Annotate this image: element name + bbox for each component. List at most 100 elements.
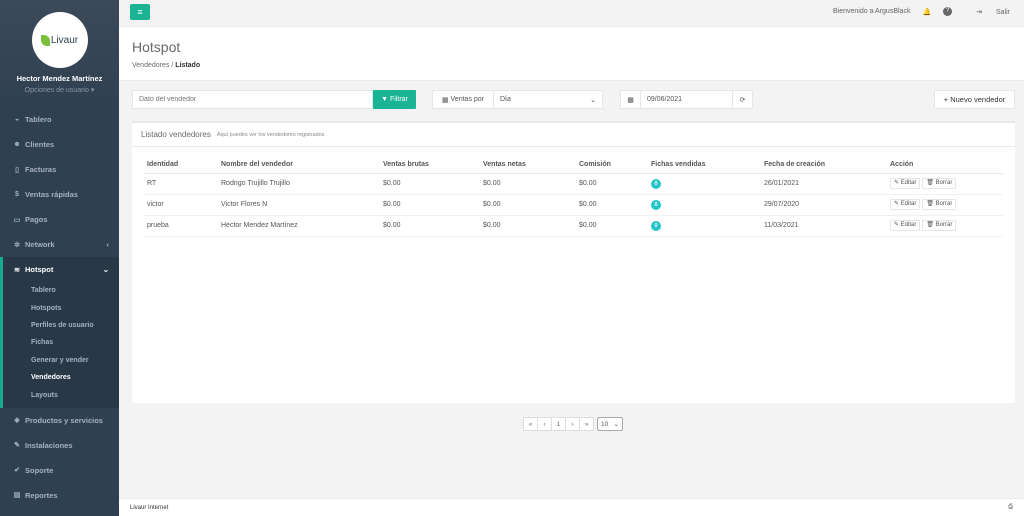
submenu-item-vendedores[interactable]: Vendedores bbox=[3, 369, 119, 386]
sellers-table: Identidad Nombre del vendedor Ventas bru… bbox=[143, 157, 1003, 237]
delete-label: Borrar bbox=[935, 201, 953, 207]
cell-date: 29/07/2020 bbox=[760, 194, 886, 216]
table-row: victor Victor Flores N $0.00 $0.00 $0.00… bbox=[143, 194, 1003, 216]
network-icon: ✲ bbox=[14, 241, 20, 249]
sidebar-item-reportes[interactable]: ▤ Reportes bbox=[0, 483, 119, 508]
cell-net: $0.00 bbox=[479, 173, 575, 195]
submenu-item-perfiles[interactable]: Perfiles de usuario bbox=[3, 317, 119, 334]
profile-options-label: Opciones de usuario bbox=[24, 87, 89, 94]
sidebar-item-label: Tablero bbox=[25, 115, 52, 124]
column-header[interactable]: Ventas brutas bbox=[379, 157, 479, 174]
dollar-icon: $ bbox=[15, 191, 19, 198]
edit-button[interactable]: ✎ Editar bbox=[890, 199, 921, 210]
filter-icon: ▼ bbox=[381, 96, 389, 103]
filter-button[interactable]: ▼ Filtrar bbox=[373, 90, 416, 109]
sidebar-item-network[interactable]: ✲ Network ‹ bbox=[0, 232, 119, 257]
ventas-por-select[interactable]: Día ⌄ bbox=[493, 90, 603, 109]
column-header[interactable]: Fichas vendidas bbox=[647, 157, 760, 174]
sidebar-item-instalaciones[interactable]: ✎ Instalaciones bbox=[0, 433, 119, 458]
cell-net: $0.00 bbox=[479, 194, 575, 216]
profile-options-dropdown[interactable]: Opciones de usuario ▾ bbox=[0, 86, 119, 94]
column-header: Acción bbox=[886, 157, 1003, 174]
sidebar-item-tablero[interactable]: ◒ Tablero bbox=[0, 107, 119, 132]
cell-gross: $0.00 bbox=[379, 215, 479, 237]
ventas-por-value: Día bbox=[500, 96, 511, 103]
submenu-item-layouts[interactable]: Layouts bbox=[3, 386, 119, 403]
cell-commission: $0.00 bbox=[575, 215, 647, 237]
sidebar-item-label: Soporte bbox=[25, 465, 54, 475]
hamburger-icon: ≡ bbox=[137, 7, 143, 17]
bell-icon[interactable]: 🔔 bbox=[922, 8, 931, 16]
sidebar-item-clientes[interactable]: ☻ Clientes bbox=[0, 132, 119, 157]
sidebar-item-label: Facturas bbox=[25, 165, 57, 174]
sidebar-nav-bottom: ◈ Productos y servicios ✎ Instalaciones ✔ S… bbox=[0, 408, 119, 508]
sidebar-item-label: Reportes bbox=[25, 490, 58, 500]
cell-fichas: 0 bbox=[647, 173, 760, 195]
logout-link[interactable]: ⇥ Salir bbox=[964, 8, 1010, 16]
prev-page-button[interactable]: ‹ bbox=[537, 417, 552, 431]
sidebar-item-productos[interactable]: ◈ Productos y servicios bbox=[0, 408, 119, 433]
caret-down-icon: ▾ bbox=[90, 87, 95, 94]
column-header[interactable]: Nombre del vendedor bbox=[217, 157, 379, 174]
tag-icon: ◈ bbox=[14, 417, 20, 425]
wifi-icon: ≋ bbox=[14, 266, 20, 274]
first-page-button[interactable]: « bbox=[523, 417, 538, 431]
plug-icon: ✎ bbox=[14, 442, 20, 450]
submenu-item-generar[interactable]: Generar y vender bbox=[3, 352, 119, 369]
sidebar-item-soporte[interactable]: ✔ Soporte bbox=[0, 458, 119, 483]
footer-text: Livaur Internet bbox=[130, 504, 169, 511]
next-page-button[interactable]: › bbox=[565, 417, 580, 431]
breadcrumb-parent[interactable]: Vendedores bbox=[132, 62, 169, 69]
cell-name: Hector Mendez Martínez bbox=[217, 215, 379, 237]
column-header[interactable]: Comisión bbox=[575, 157, 647, 174]
page-1-button[interactable]: 1 bbox=[551, 417, 566, 431]
trash-icon: 🗑 bbox=[926, 201, 934, 207]
select-caret-icon: ⌄ bbox=[590, 96, 596, 104]
sidebar-item-hotspot[interactable]: ≋ Hotspot ⌄ bbox=[0, 257, 119, 282]
edit-icon: ✎ bbox=[894, 222, 900, 228]
sidebar-item-facturas[interactable]: ▯ Facturas bbox=[0, 157, 119, 182]
submenu-item-fichas[interactable]: Fichas bbox=[3, 334, 119, 351]
cell-net: $0.00 bbox=[479, 215, 575, 237]
new-seller-button[interactable]: + Nuevo vendedor bbox=[934, 90, 1015, 109]
column-header[interactable]: Fecha de creación bbox=[760, 157, 886, 174]
card-subtitle: Aquí puedes ver los vendedores registrad… bbox=[216, 131, 325, 138]
footer: Livaur Internet ⎙ bbox=[119, 498, 1024, 516]
welcome-text: Bienvenido a ArgusBlack bbox=[833, 8, 911, 15]
money-icon: ▭ bbox=[13, 216, 21, 224]
page-size-select[interactable]: 10 ⌄ bbox=[597, 417, 623, 431]
column-header[interactable]: Ventas netas bbox=[479, 157, 575, 174]
seller-search-input[interactable] bbox=[132, 90, 373, 109]
edit-icon: ✎ bbox=[894, 180, 900, 186]
page-heading: Hotspot Vendedores / Listado bbox=[119, 27, 1024, 81]
edit-button[interactable]: ✎ Editar bbox=[890, 220, 921, 231]
sidebar-item-label: Clientes bbox=[25, 140, 55, 149]
avatar[interactable]: Livaur bbox=[31, 12, 88, 68]
delete-button[interactable]: 🗑 Borrar bbox=[922, 220, 957, 231]
column-header[interactable]: Identidad bbox=[143, 157, 217, 174]
sidebar-item-ventas-rapidas[interactable]: $ Ventas rápidas bbox=[0, 182, 119, 207]
submenu-item-tablero[interactable]: Tablero bbox=[3, 282, 119, 299]
cell-name: Victor Flores N bbox=[217, 194, 379, 216]
cell-date: 11/03/2021 bbox=[760, 215, 886, 237]
wrench-icon: ✔ bbox=[14, 467, 20, 475]
hotspot-submenu: Tablero Hotspots Perfiles de usuario Fic… bbox=[0, 282, 119, 408]
last-page-button[interactable]: » bbox=[579, 417, 594, 431]
help-icon[interactable]: ? bbox=[943, 7, 953, 16]
printer-icon[interactable]: ⎙ bbox=[1008, 504, 1013, 511]
edit-label: Editar bbox=[900, 201, 917, 207]
delete-button[interactable]: 🗑 Borrar bbox=[922, 199, 957, 210]
fichas-badge: 0 bbox=[651, 178, 661, 189]
sidebar-item-label: Network bbox=[25, 240, 55, 249]
sidebar-item-pagos[interactable]: ▭ Pagos bbox=[0, 207, 119, 232]
sidebar-item-label: Hotspot bbox=[25, 265, 54, 274]
edit-button[interactable]: ✎ Editar bbox=[890, 178, 921, 189]
refresh-button[interactable]: ⟳ bbox=[732, 90, 753, 109]
date-input[interactable]: 09/06/2021 bbox=[640, 90, 733, 109]
page-title: Hotspot bbox=[132, 39, 181, 55]
menu-toggle-button[interactable]: ≡ bbox=[130, 4, 150, 20]
date-value: 09/06/2021 bbox=[647, 96, 683, 103]
breadcrumb: Vendedores / Listado bbox=[132, 62, 1011, 69]
submenu-item-hotspots[interactable]: Hotspots bbox=[3, 299, 119, 316]
delete-button[interactable]: 🗑 Borrar bbox=[922, 178, 957, 189]
